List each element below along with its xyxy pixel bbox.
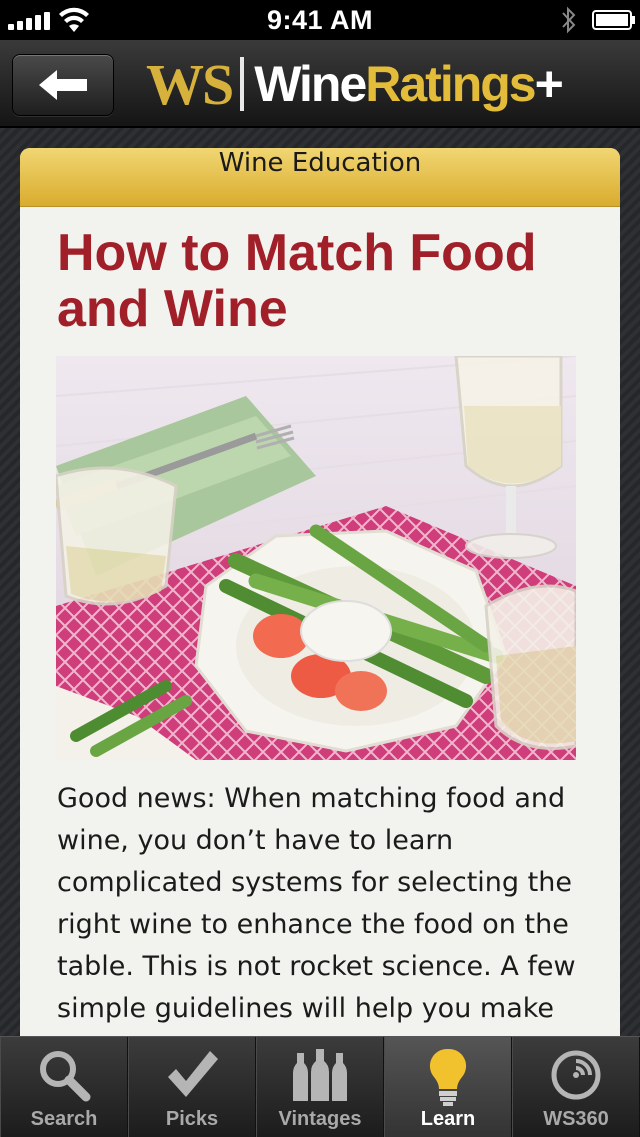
checkmark-icon (168, 1051, 218, 1097)
status-time: 9:41 AM (266, 5, 374, 35)
lightbulb-icon (429, 1048, 467, 1106)
article-body: Good news: When matching food and wine, … (57, 783, 576, 1024)
logo-wine: Wine (254, 56, 367, 112)
app-logo: WS Wine Ratings + (146, 50, 564, 118)
tab-label-picks: Picks (165, 1108, 219, 1130)
tab-label-ws360: WS360 (543, 1108, 609, 1130)
battery-icon (592, 10, 635, 30)
tab-ws360[interactable]: WS360 (512, 1037, 640, 1137)
tab-label-vintages: Vintages (278, 1108, 362, 1130)
status-bar: 9:41 AM (0, 0, 640, 40)
article-photo (56, 356, 576, 760)
logo-plus: + (534, 56, 564, 112)
logo-divider (240, 57, 245, 111)
tab-label-learn: Learn (420, 1108, 476, 1130)
search-icon (40, 1051, 91, 1102)
article-card[interactable]: Wine Education How to Match Food and Win… (20, 148, 620, 1048)
tab-bar: Search Picks Vintages Learn WS360 (0, 1036, 640, 1137)
tab-vintages[interactable]: Vintages (256, 1037, 384, 1137)
tab-learn[interactable]: Learn (384, 1037, 512, 1137)
ws360-icon (551, 1050, 601, 1100)
back-arrow-icon (39, 70, 87, 100)
section-header: Wine Education (20, 148, 620, 207)
back-button[interactable] (12, 54, 114, 116)
bluetooth-icon (562, 6, 576, 34)
logo-ws: WS (146, 51, 234, 117)
logo-ratings: Ratings (365, 56, 536, 112)
navigation-bar: WS Wine Ratings + (0, 40, 640, 128)
food-and-wine-photo (56, 356, 576, 760)
tab-label-search: Search (30, 1108, 98, 1130)
bottles-icon (293, 1049, 347, 1101)
tab-picks[interactable]: Picks (128, 1037, 256, 1137)
article-title: How to Match Food and Wine (57, 224, 537, 338)
tab-search[interactable]: Search (0, 1037, 128, 1137)
